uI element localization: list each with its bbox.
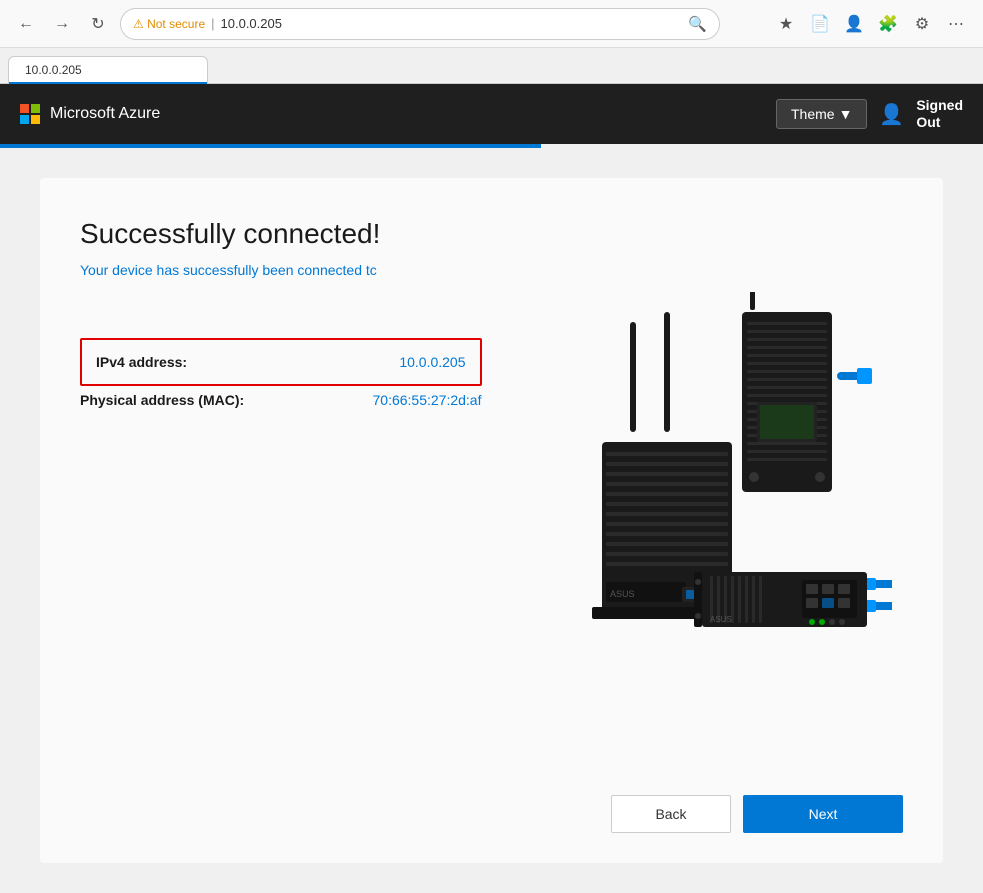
- ipv4-info-box: IPv4 address: 10.0.0.205: [80, 338, 482, 386]
- signed-out-line2: Out: [916, 114, 963, 131]
- address-bar[interactable]: ⚠ Not secure | 10.0.0.205 🔍: [120, 8, 720, 40]
- refresh-button[interactable]: ↻: [84, 10, 112, 38]
- extensions-icon[interactable]: 🧩: [873, 9, 903, 39]
- azure-title: Microsoft Azure: [50, 105, 160, 123]
- success-title: Successfully connected!: [80, 218, 482, 250]
- next-button[interactable]: Next: [743, 795, 903, 833]
- active-tab[interactable]: 10.0.0.205: [8, 56, 208, 83]
- azure-header: Microsoft Azure Theme ▼ 👤 Signed Out: [0, 84, 983, 144]
- azure-logo: Microsoft Azure: [20, 104, 160, 124]
- svg-text:ASUS: ASUS: [610, 589, 635, 599]
- tab-bar: 10.0.0.205: [0, 48, 983, 84]
- success-subtitle: Your device has successfully been connec…: [80, 262, 482, 278]
- mac-label: Physical address (MAC):: [80, 392, 244, 408]
- favorites-icon[interactable]: ★: [771, 9, 801, 39]
- card-left: Successfully connected! Your device has …: [80, 218, 482, 745]
- settings-icon[interactable]: ⚙: [907, 9, 937, 39]
- browser-actions: ★ 📄 👤 🧩 ⚙ ⋯: [771, 9, 971, 39]
- security-warning-icon: ⚠ Not secure: [133, 17, 205, 31]
- theme-button[interactable]: Theme ▼: [776, 99, 867, 129]
- ms-square-yellow: [31, 115, 40, 124]
- search-icon: 🔍: [688, 15, 707, 33]
- card-bottom: Back Next: [80, 775, 903, 833]
- card-top: Successfully connected! Your device has …: [80, 218, 903, 745]
- theme-label: Theme: [791, 106, 835, 122]
- mac-value: 70:66:55:27:2d:af: [373, 392, 482, 408]
- signed-out-line1: Signed: [916, 97, 963, 114]
- microsoft-logo: [20, 104, 40, 124]
- ms-square-blue: [20, 115, 29, 124]
- main-content: Successfully connected! Your device has …: [0, 148, 983, 893]
- forward-nav-button[interactable]: →: [48, 10, 76, 38]
- collections-icon[interactable]: 📄: [805, 9, 835, 39]
- url-text: 10.0.0.205: [221, 16, 282, 31]
- tab-title: 10.0.0.205: [25, 63, 82, 77]
- ipv4-value: 10.0.0.205: [399, 354, 465, 370]
- device-illustration: ASUS: [512, 292, 892, 672]
- back-button[interactable]: Back: [611, 795, 731, 833]
- dropdown-icon: ▼: [839, 106, 853, 122]
- user-icon[interactable]: 👤: [879, 102, 904, 127]
- ms-square-green: [31, 104, 40, 113]
- ipv4-label: IPv4 address:: [96, 354, 187, 370]
- back-nav-button[interactable]: ←: [12, 10, 40, 38]
- account-icon[interactable]: 👤: [839, 9, 869, 39]
- header-right: Theme ▼ 👤 Signed Out: [776, 97, 963, 131]
- ms-square-red: [20, 104, 29, 113]
- more-options-button[interactable]: ⋯: [941, 9, 971, 39]
- signed-out-text: Signed Out: [916, 97, 963, 131]
- svg-text:ASUS: ASUS: [710, 615, 732, 624]
- ipv4-row: IPv4 address: 10.0.0.205: [96, 350, 466, 374]
- mac-row: Physical address (MAC): 70:66:55:27:2d:a…: [80, 386, 482, 414]
- device-svg: ASUS: [512, 292, 892, 672]
- content-card: Successfully connected! Your device has …: [40, 178, 943, 863]
- card-right: ASUS: [502, 218, 904, 745]
- browser-chrome: ← → ↻ ⚠ Not secure | 10.0.0.205 🔍 ★ 📄 👤 …: [0, 0, 983, 48]
